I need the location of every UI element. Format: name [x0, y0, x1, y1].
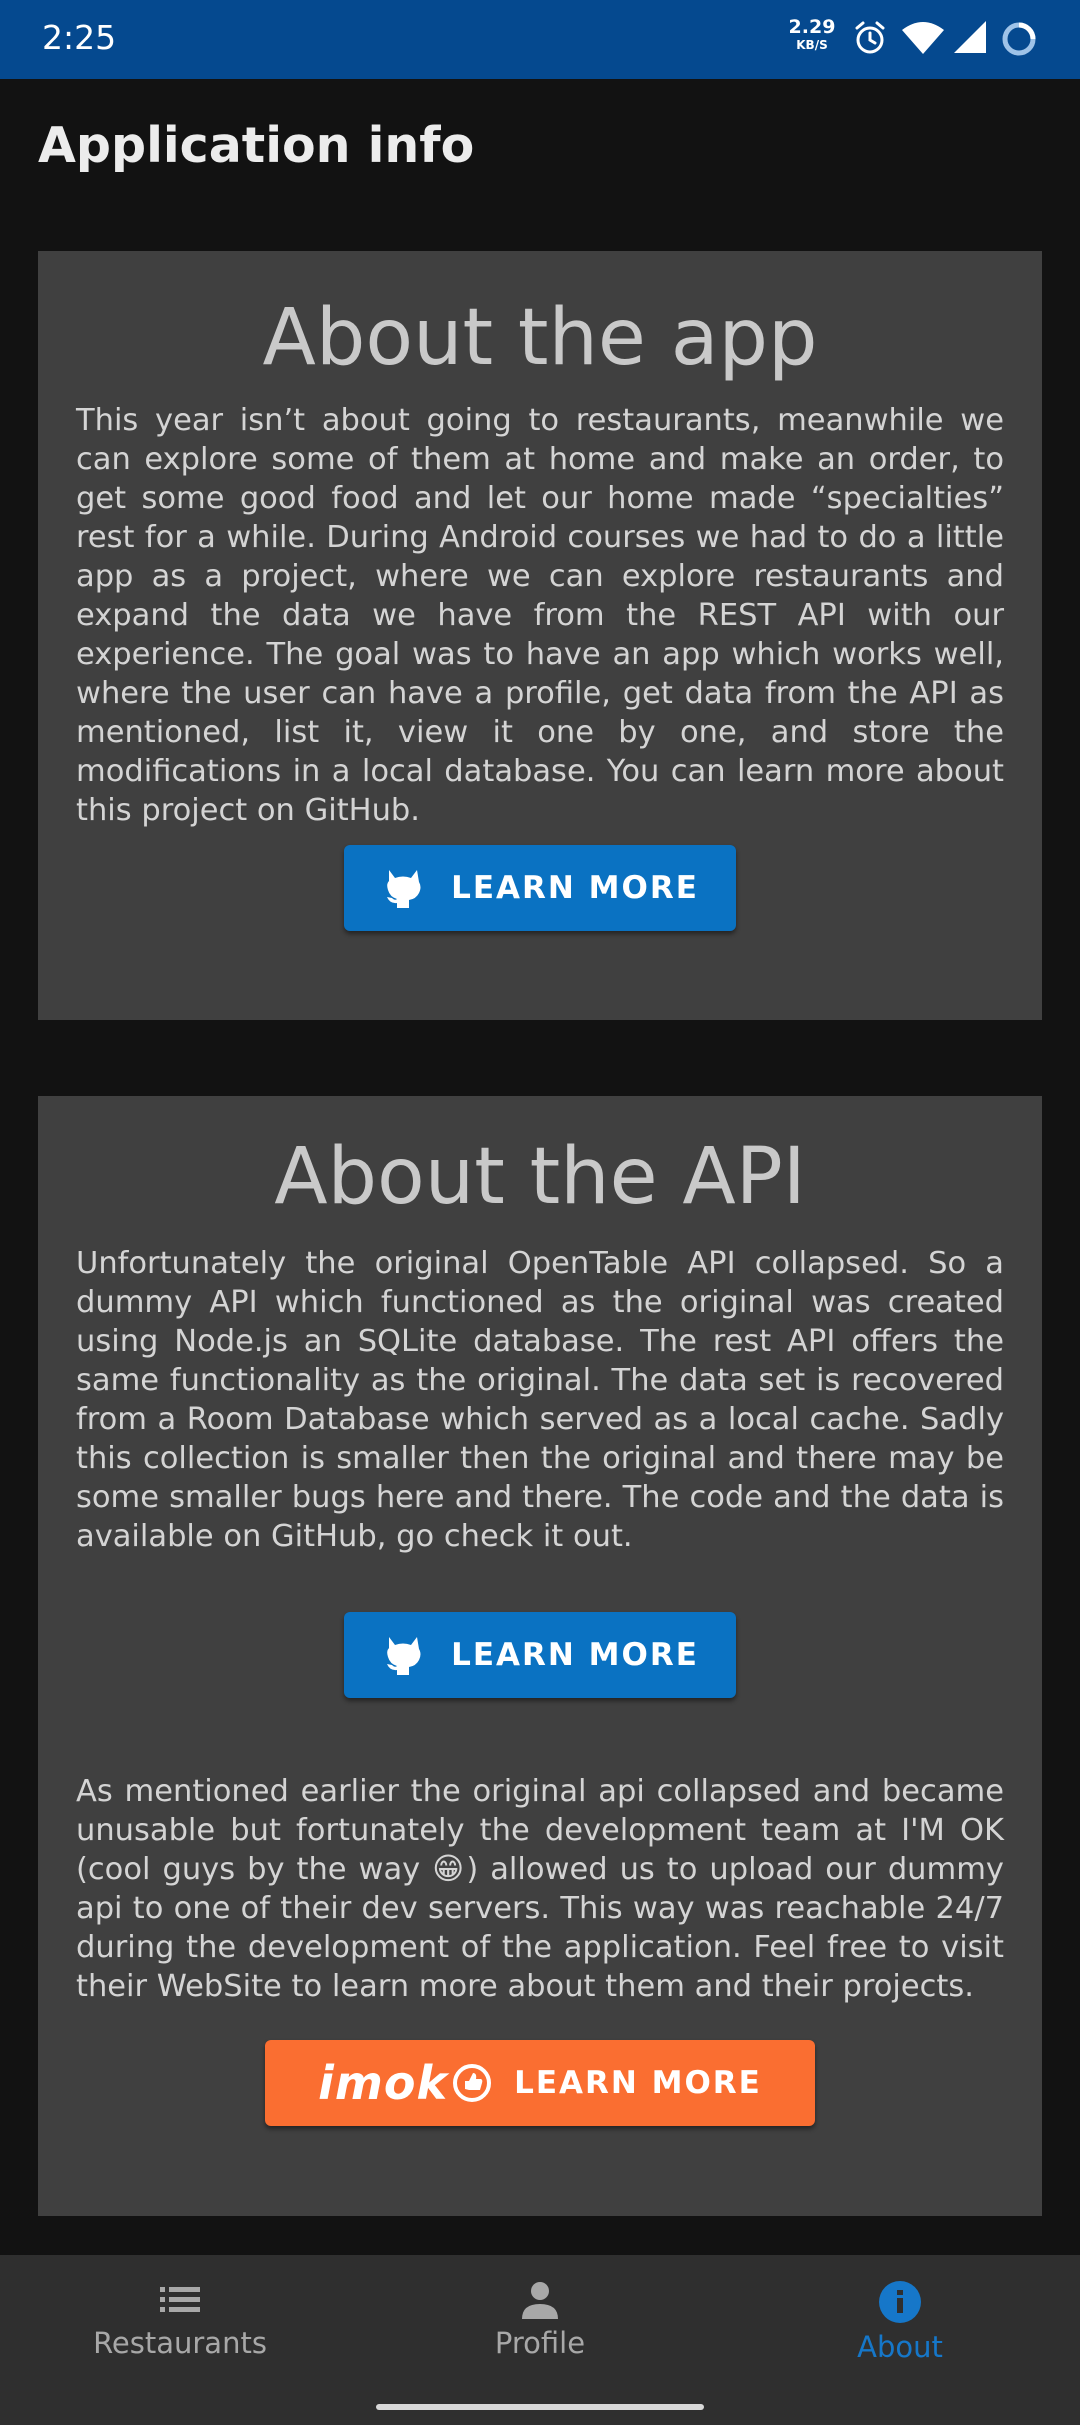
about-api-text: Unfortunately the original OpenTable API…: [76, 1246, 1004, 1554]
network-speed-value: 2.29: [788, 16, 836, 38]
person-icon: [522, 2282, 558, 2319]
nav-label-profile: Profile: [494, 2326, 586, 2360]
page-title: Application info: [38, 117, 475, 174]
network-speed-unit: KB/S: [796, 38, 828, 52]
imok-logo: imok: [318, 2056, 492, 2110]
about-app-learn-more-button[interactable]: LEARN MORE: [344, 845, 736, 931]
about-api-learn-more-button[interactable]: LEARN MORE: [344, 1612, 736, 1698]
nav-item-about[interactable]: About: [720, 2255, 1080, 2385]
imok-learn-more-button[interactable]: imok LEARN MORE: [265, 2040, 815, 2126]
about-api-learn-more-label: LEARN MORE: [451, 1637, 699, 1673]
github-icon: [387, 1637, 421, 1675]
loading-icon: [1002, 22, 1036, 56]
imok-logo-text: imok: [318, 2056, 449, 2110]
wifi-icon: [902, 22, 944, 54]
nav-label-about: About: [857, 2330, 943, 2364]
network-speed: 2.29 KB/S: [788, 16, 836, 52]
nav-item-profile[interactable]: Profile: [360, 2255, 720, 2385]
about-app-card: About the app This year isn’t about goin…: [38, 251, 1042, 1020]
about-app-text: This year isn’t about going to restauran…: [76, 403, 1004, 828]
about-app-learn-more-label: LEARN MORE: [451, 870, 699, 906]
bottom-navigation: Restaurants Profile About: [0, 2255, 1080, 2425]
info-icon: [879, 2281, 921, 2323]
signal-icon: [954, 21, 986, 53]
imok-learn-more-label: LEARN MORE: [514, 2065, 762, 2101]
imok-text: As mentioned earlier the original api co…: [76, 1774, 1004, 2004]
about-api-heading: About the API: [274, 1132, 806, 1222]
thumbs-up-icon: [453, 2064, 492, 2102]
nav-item-restaurants[interactable]: Restaurants: [0, 2255, 360, 2385]
status-bar: 2:25 2.29 KB/S: [0, 0, 1080, 79]
nav-label-restaurants: Restaurants: [93, 2326, 267, 2360]
list-icon: [160, 2287, 200, 2312]
github-icon: [387, 870, 421, 908]
home-indicator[interactable]: [376, 2404, 704, 2410]
about-api-card: About the API Unfortunately the original…: [38, 1096, 1042, 2216]
alarm-icon: [855, 21, 885, 54]
about-app-heading: About the app: [262, 293, 818, 383]
status-time: 2:25: [42, 18, 117, 57]
